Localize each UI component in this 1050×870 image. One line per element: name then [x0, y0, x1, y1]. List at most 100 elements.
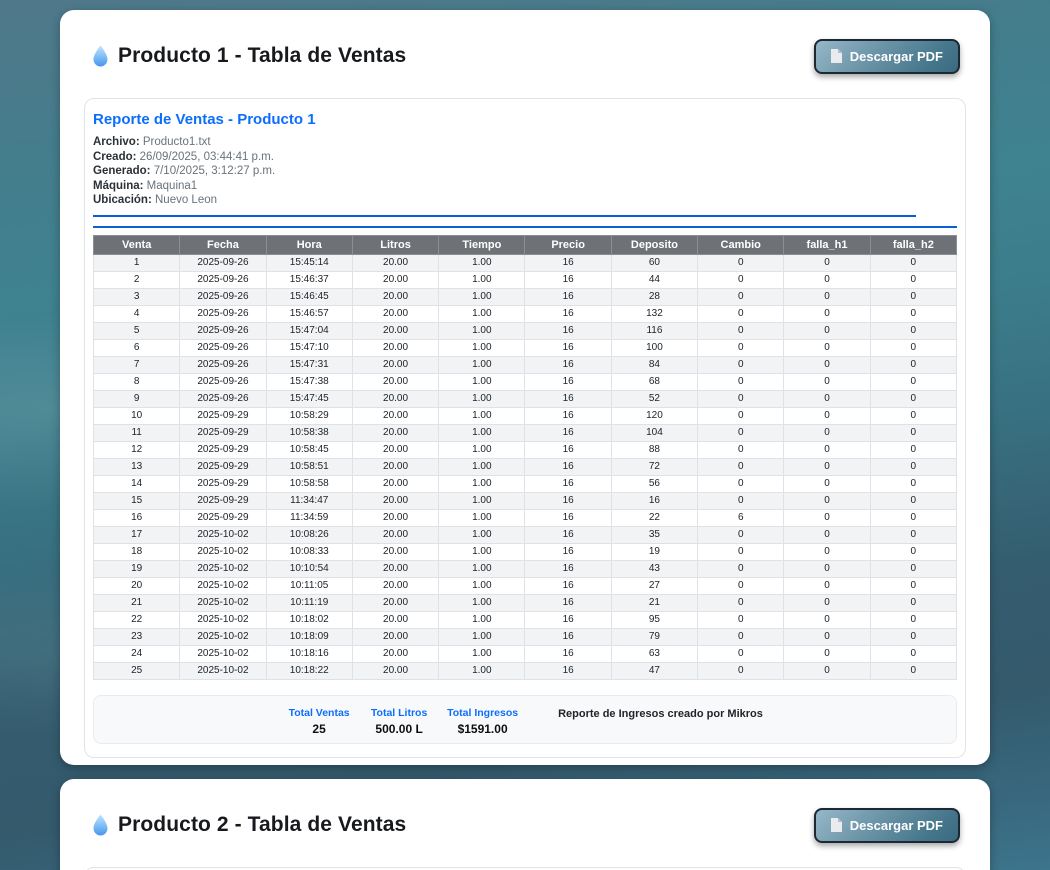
total-item: Total Litros500.00 L	[367, 707, 431, 736]
table-cell: 60	[611, 254, 697, 271]
table-cell: 72	[611, 458, 697, 475]
table-row: 172025-10-0210:08:2620.001.001635000	[94, 526, 957, 543]
table-cell: 2025-10-02	[180, 577, 266, 594]
table-cell: 0	[870, 441, 956, 458]
table-cell: 0	[870, 254, 956, 271]
table-cell: 10:11:05	[266, 577, 352, 594]
table-cell: 0	[698, 271, 784, 288]
table-cell: 68	[611, 373, 697, 390]
column-header: Tiempo	[439, 235, 525, 254]
table-cell: 2025-09-29	[180, 492, 266, 509]
table-cell: 1.00	[439, 509, 525, 526]
table-cell: 24	[94, 645, 180, 662]
table-cell: 20.00	[352, 543, 438, 560]
info-label: Máquina:	[93, 180, 143, 192]
table-cell: 10:08:26	[266, 526, 352, 543]
table-cell: 20.00	[352, 373, 438, 390]
table-cell: 10:18:16	[266, 645, 352, 662]
table-cell: 0	[870, 271, 956, 288]
table-cell: 116	[611, 322, 697, 339]
table-cell: 16	[525, 373, 611, 390]
table-cell: 16	[525, 322, 611, 339]
table-cell: 0	[784, 390, 870, 407]
table-cell: 10	[94, 407, 180, 424]
table-cell: 2	[94, 271, 180, 288]
table-row: 222025-10-0210:18:0220.001.001695000	[94, 611, 957, 628]
table-cell: 0	[698, 628, 784, 645]
table-cell: 2025-09-26	[180, 271, 266, 288]
report-info-line: Archivo: Producto1.txt	[93, 135, 957, 150]
table-cell: 95	[611, 611, 697, 628]
table-cell: 17	[94, 526, 180, 543]
table-cell: 21	[94, 594, 180, 611]
table-cell: 2025-10-02	[180, 594, 266, 611]
table-cell: 0	[698, 339, 784, 356]
table-cell: 0	[784, 594, 870, 611]
table-cell: 1.00	[439, 322, 525, 339]
table-cell: 0	[784, 611, 870, 628]
table-cell: 0	[784, 339, 870, 356]
table-row: 122025-09-2910:58:4520.001.001688000	[94, 441, 957, 458]
table-cell: 88	[611, 441, 697, 458]
table-cell: 20.00	[352, 492, 438, 509]
table-cell: 0	[870, 560, 956, 577]
table-cell: 16	[611, 492, 697, 509]
download-pdf-label: Descargar PDF	[850, 49, 943, 64]
table-cell: 15:47:04	[266, 322, 352, 339]
table-cell: 20.00	[352, 526, 438, 543]
table-cell: 16	[525, 475, 611, 492]
table-cell: 0	[870, 509, 956, 526]
table-cell: 2025-09-29	[180, 441, 266, 458]
table-cell: 16	[525, 424, 611, 441]
table-cell: 2025-10-02	[180, 560, 266, 577]
table-cell: 2025-09-26	[180, 288, 266, 305]
table-cell: 0	[784, 373, 870, 390]
table-cell: 25	[94, 662, 180, 679]
water-drop-icon	[92, 45, 109, 67]
table-row: 102025-09-2910:58:2920.001.0016120000	[94, 407, 957, 424]
column-header: Deposito	[611, 235, 697, 254]
table-cell: 0	[698, 356, 784, 373]
table-cell: 0	[784, 475, 870, 492]
table-cell: 20.00	[352, 356, 438, 373]
table-cell: 22	[611, 509, 697, 526]
table-cell: 0	[784, 458, 870, 475]
report-info-line: Creado: 26/09/2025, 03:44:41 p.m.	[93, 150, 957, 165]
sales-table-header-row: VentaFechaHoraLitrosTiempoPrecioDeposito…	[94, 235, 957, 254]
table-cell: 0	[784, 271, 870, 288]
table-row: 12025-09-2615:45:1420.001.001660000	[94, 254, 957, 271]
table-cell: 15:47:10	[266, 339, 352, 356]
info-value: 7/10/2025, 3:12:27 p.m.	[151, 165, 276, 177]
download-pdf-button[interactable]: Descargar PDF	[814, 39, 960, 74]
table-row: 22025-09-2615:46:3720.001.001644000	[94, 271, 957, 288]
blue-divider-short	[93, 215, 916, 217]
table-cell: 22	[94, 611, 180, 628]
table-cell: 0	[870, 390, 956, 407]
table-cell: 2025-09-26	[180, 373, 266, 390]
table-cell: 0	[870, 407, 956, 424]
table-cell: 1	[94, 254, 180, 271]
report-info: Archivo: Producto1.txtCreado: 26/09/2025…	[93, 135, 957, 208]
table-cell: 3	[94, 288, 180, 305]
table-cell: 21	[611, 594, 697, 611]
table-cell: 2025-09-29	[180, 407, 266, 424]
table-cell: 1.00	[439, 543, 525, 560]
total-value: 500.00 L	[367, 722, 431, 736]
table-cell: 16	[525, 628, 611, 645]
table-cell: 1.00	[439, 254, 525, 271]
table-cell: 16	[525, 662, 611, 679]
table-cell: 11:34:59	[266, 509, 352, 526]
table-row: 232025-10-0210:18:0920.001.001679000	[94, 628, 957, 645]
table-row: 182025-10-0210:08:3320.001.001619000	[94, 543, 957, 560]
info-label: Archivo:	[93, 136, 140, 148]
table-cell: 0	[784, 645, 870, 662]
table-cell: 0	[870, 611, 956, 628]
table-cell: 0	[784, 492, 870, 509]
table-cell: 2025-10-02	[180, 628, 266, 645]
download-pdf-button[interactable]: Descargar PDF	[814, 808, 960, 843]
table-cell: 0	[870, 543, 956, 560]
table-cell: 20.00	[352, 560, 438, 577]
table-cell: 0	[698, 373, 784, 390]
column-header: Litros	[352, 235, 438, 254]
table-cell: 4	[94, 305, 180, 322]
